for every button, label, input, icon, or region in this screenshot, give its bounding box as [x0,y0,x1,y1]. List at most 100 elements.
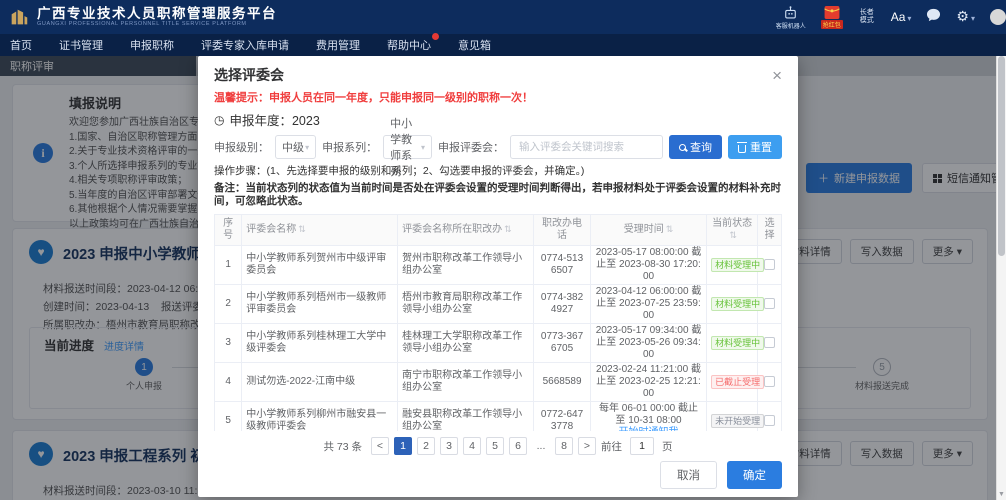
committee-label: 申报评委会： [438,142,504,154]
chevron-down-icon: ▾ [420,142,425,152]
goto-page-input[interactable] [630,437,654,455]
avatar[interactable] [990,9,1006,25]
cell-no: 3 [214,322,243,363]
table-row: 1 中小学教师系列贺州市中级评审委员会 贺州市职称改革工作领导小组办公室 0774-5… [214,244,782,285]
confirm-button[interactable]: 确定 [727,461,782,489]
reset-label: 重置 [750,142,772,154]
cell-no: 4 [214,361,243,402]
series-select[interactable]: 中小学教师系列 ▾ [383,118,432,178]
next-page-button[interactable]: > [578,437,596,455]
row-checkbox[interactable] [764,258,776,270]
col-header-label: 受理时间 [623,223,664,235]
nav-item[interactable]: 意见箱 [458,37,491,53]
cancel-button[interactable]: 取消 [660,461,717,489]
filter-bar: 申报级别： 中级 ▾ 申报系列： 中小学教师系列 ▾ 申报评委会： 查询 重置 [214,118,782,178]
col-header: 职改办电话 [533,213,591,246]
col-header-label: 选择 [764,217,775,241]
elder-mode-button[interactable]: 长者模式 [858,9,876,26]
col-header[interactable]: 评委会名称所在职改办 ⇅ [397,213,535,246]
cell-office: 贺州市职称改革工作领导小组办公室 [397,244,535,285]
service-robot-button[interactable]: 客服机器人 [776,5,806,30]
page-button[interactable]: 5 [486,437,504,455]
cell-accept-time: 2023-04-12 06:00:00 截止至 2023-07-25 23:59… [589,283,708,324]
cell-phone: 0772-6473778 [533,400,591,431]
cell-accept-time: 2023-05-17 09:34:00 截止至 2023-05-26 09:34… [589,322,708,363]
font-size-button[interactable]: Aa ▾ [891,10,912,24]
nav-item[interactable]: 首页 [10,37,32,53]
close-icon[interactable]: × [772,67,782,84]
header-tools: 客服机器人 抢红包 长者模式 Aa ▾ ⚙ ▾ [776,5,1006,30]
service-robot-label: 客服机器人 [775,23,806,30]
navbar: 首页 证书管理 申报职称 评委专家入库申请 费用管理 帮助中心 意见箱 [0,33,1006,56]
pagination: 共 73 条 <123456... 8 > 前往 页 [214,437,782,455]
building-icon [11,9,28,25]
col-header-label: 职改办电话 [542,217,583,241]
page-scrollbar[interactable]: ▼ [996,28,1006,500]
cell-committee-name: 测试勿选-2022-江南中级 [241,361,399,402]
cell-status: 材料受理中 [706,322,765,363]
prev-page-button[interactable]: < [371,437,389,455]
level-value: 中级 [282,142,304,154]
page: 广西专业技术人员职称管理服务平台 GUANGXI PROFESSIONAL PE… [0,0,1006,500]
cell-phone: 0774-3824927 [533,283,591,324]
page-button[interactable]: 1 [394,437,412,455]
sort-icon[interactable]: ⇅ [298,224,306,234]
sort-icon[interactable]: ⇅ [504,224,512,234]
sort-icon[interactable]: ⇅ [729,230,737,240]
nav-item[interactable]: 证书管理 [59,37,103,53]
chat-button[interactable] [926,8,941,27]
cell-status: 已截止受理 [706,361,765,402]
nav-item[interactable]: 费用管理 [316,37,360,53]
platform-title: 广西专业技术人员职称管理服务平台 [37,5,277,21]
page-button[interactable]: 8 [555,437,573,455]
cell-accept-time: 2023-05-17 08:00:00 截止至 2023-08-30 17:20… [589,244,708,285]
row-checkbox[interactable] [764,297,776,309]
remark-note: 备注：当前状态列的状态值为当前时间是否处在评委会设置的受理时间判断得出，若申报材… [214,181,781,208]
status-badge: 未开始受理 [711,413,765,429]
red-packet-button[interactable]: 抢红包 [820,5,843,29]
settings-button[interactable]: ⚙ ▾ [956,8,975,26]
cell-committee-name: 中小学教师系列梧州市一级教师评审委员会 [241,283,399,324]
page-button[interactable]: 4 [463,437,481,455]
cell-no: 1 [214,244,243,285]
col-header[interactable]: 受理时间 ⇅ [589,213,708,246]
row-checkbox[interactable] [764,414,776,426]
page-button[interactable]: 3 [440,437,458,455]
declare-year-label: 申报年度：2023 [229,114,320,128]
nav-item[interactable]: 帮助中心 [387,33,439,53]
nav-item[interactable]: 评委专家入库申请 [201,37,289,53]
scrollbar-thumb[interactable] [998,56,1005,256]
col-header[interactable]: 评委会名称 ⇅ [241,213,399,246]
row-checkbox[interactable] [764,336,776,348]
chat-bubble-icon [927,8,941,21]
warning-tip: 温馨提示：申报人员在同一年度，只能申报同一级别的职称一次！ [214,92,533,104]
col-header[interactable]: 当前状态⇅ [706,213,759,246]
reset-button[interactable]: 重置 [728,135,782,159]
clock-icon: ◷ [214,112,225,127]
pagination-pages: <1 2 3 4 5 6... 8 > [371,437,596,455]
table-body: 1 中小学教师系列贺州市中级评审委员会 贺州市职称改革工作领导小组办公室 0774-5… [214,244,782,431]
cell-accept-time: 每年 06-01 00:00 截止至 10-31 08:00 开始时通知我 [589,400,708,431]
level-select[interactable]: 中级 ▾ [275,135,317,159]
committee-search-input[interactable] [510,135,663,159]
platform-titles: 广西专业技术人员职称管理服务平台 GUANGXI PROFESSIONAL PE… [37,5,277,28]
sort-icon[interactable]: ⇅ [666,224,674,234]
notification-badge [432,33,439,40]
nav-item[interactable]: 申报职称 [130,37,174,53]
cell-no: 2 [214,283,243,324]
modal-title: 选择评委会 [214,67,284,83]
chevron-down-icon: ▾ [907,14,912,23]
scroll-down-arrow[interactable]: ▼ [997,491,1006,498]
chevron-down-icon: ▾ [970,14,975,23]
total-count: 共 73 条 [323,440,362,453]
cell-committee-name: 中小学教师系列柳州市融安县一级教师评委会 [241,400,399,431]
row-checkbox[interactable] [764,375,776,387]
notify-link[interactable]: 开始时通知我 [619,427,679,431]
cell-office: 桂林理工大学职称改革工作领导小组办公室 [397,322,535,363]
query-button[interactable]: 查询 [669,135,722,159]
page-button[interactable]: 6 [509,437,527,455]
page-button[interactable]: 2 [417,437,435,455]
col-header: 序号 [214,213,243,246]
select-committee-modal: 选择评委会 × 温馨提示：申报人员在同一年度，只能申报同一级别的职称一次！ ◷ … [198,56,798,497]
cell-phone: 0773-3676705 [533,322,591,363]
